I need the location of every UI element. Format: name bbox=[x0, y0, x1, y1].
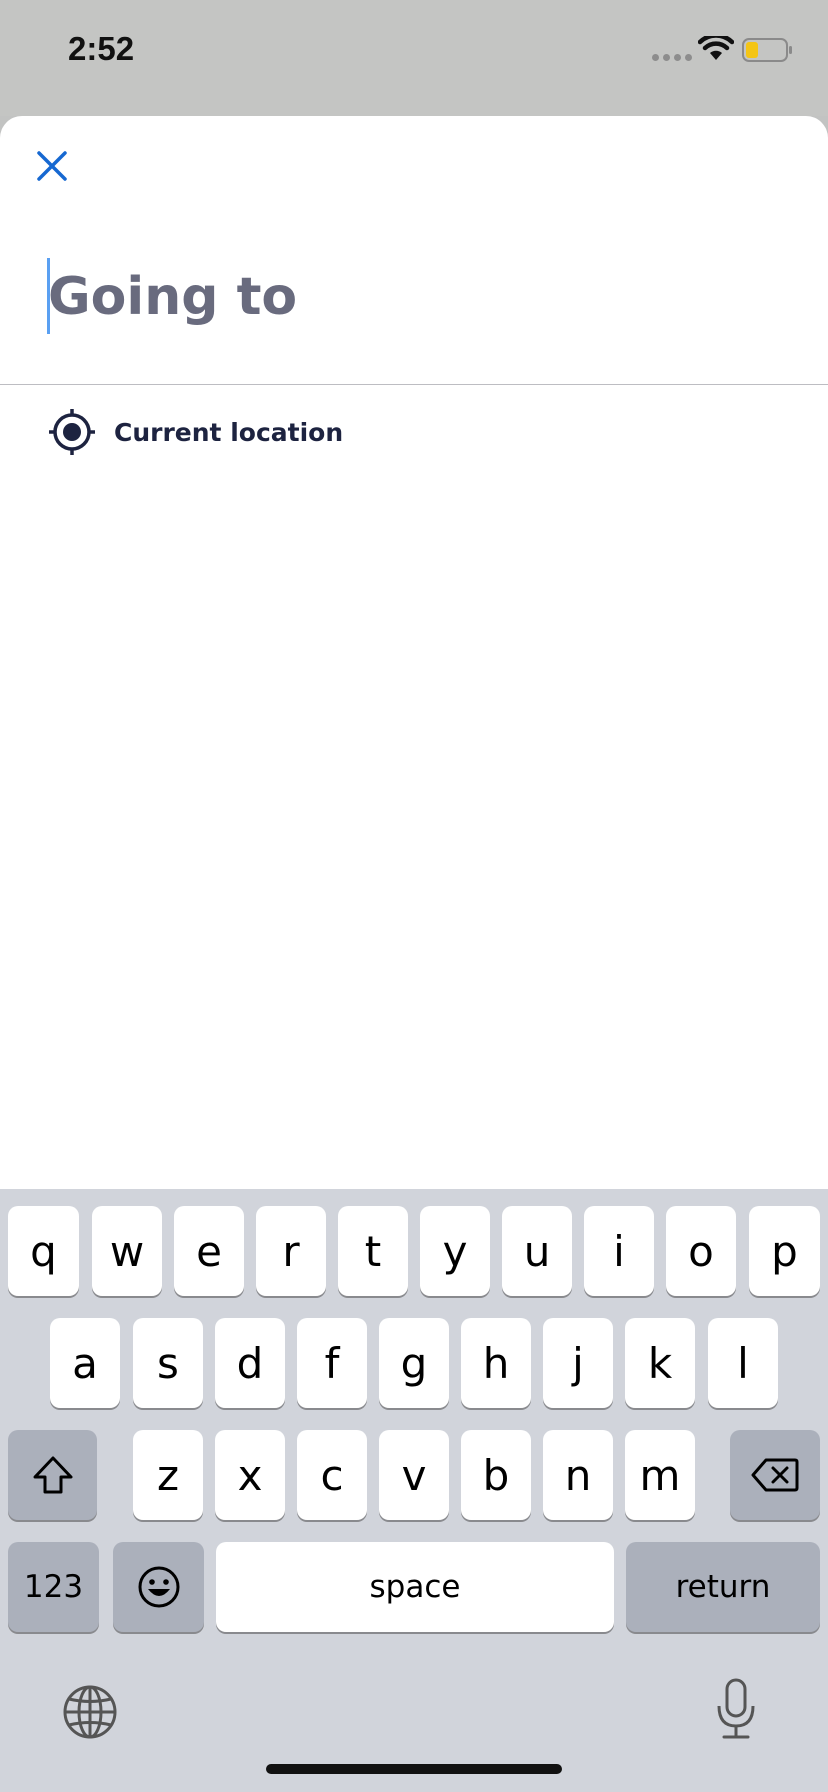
key-x[interactable]: x bbox=[215, 1430, 285, 1520]
key-w[interactable]: w bbox=[92, 1206, 162, 1296]
key-p[interactable]: p bbox=[749, 1206, 820, 1296]
key-s[interactable]: s bbox=[133, 1318, 203, 1408]
microphone-icon[interactable] bbox=[714, 1678, 758, 1740]
key-j[interactable]: j bbox=[543, 1318, 613, 1408]
globe-icon[interactable] bbox=[62, 1684, 118, 1740]
home-indicator bbox=[266, 1764, 562, 1774]
key-k[interactable]: k bbox=[625, 1318, 695, 1408]
key-r[interactable]: r bbox=[256, 1206, 326, 1296]
suggestion-label: Current location bbox=[114, 417, 344, 447]
key-e[interactable]: e bbox=[174, 1206, 244, 1296]
key-a[interactable]: a bbox=[50, 1318, 120, 1408]
shift-icon bbox=[33, 1456, 72, 1494]
divider bbox=[0, 384, 828, 385]
key-c[interactable]: c bbox=[297, 1430, 367, 1520]
wifi-icon bbox=[698, 36, 734, 60]
suggestion-current-location[interactable]: Current location bbox=[48, 406, 343, 458]
emoji-key[interactable] bbox=[113, 1542, 204, 1632]
return-key[interactable]: return bbox=[626, 1542, 820, 1632]
crosshair-icon bbox=[49, 409, 95, 455]
numbers-key[interactable]: 123 bbox=[8, 1542, 99, 1632]
shift-key[interactable] bbox=[8, 1430, 97, 1520]
search-area bbox=[0, 258, 828, 384]
key-h[interactable]: h bbox=[461, 1318, 531, 1408]
space-key[interactable]: space bbox=[216, 1542, 614, 1632]
close-button[interactable] bbox=[32, 146, 72, 186]
backspace-icon bbox=[751, 1458, 799, 1492]
key-g[interactable]: g bbox=[379, 1318, 449, 1408]
key-q[interactable]: q bbox=[8, 1206, 79, 1296]
status-bar: 2:52 bbox=[0, 0, 828, 116]
key-l[interactable]: l bbox=[708, 1318, 778, 1408]
keyboard: q w e r t y u i o p a s d f g h j k l z … bbox=[0, 1189, 828, 1792]
key-u[interactable]: u bbox=[502, 1206, 572, 1296]
key-d[interactable]: d bbox=[215, 1318, 285, 1408]
backspace-key[interactable] bbox=[730, 1430, 820, 1520]
key-z[interactable]: z bbox=[133, 1430, 203, 1520]
status-time: 2:52 bbox=[68, 30, 135, 67]
signal-dots-icon bbox=[652, 54, 692, 61]
emoji-icon bbox=[138, 1566, 179, 1608]
key-y[interactable]: y bbox=[420, 1206, 490, 1296]
destination-input[interactable] bbox=[48, 262, 768, 332]
key-n[interactable]: n bbox=[543, 1430, 613, 1520]
key-i[interactable]: i bbox=[584, 1206, 654, 1296]
key-o[interactable]: o bbox=[666, 1206, 736, 1296]
key-b[interactable]: b bbox=[461, 1430, 531, 1520]
close-icon bbox=[37, 151, 67, 181]
key-f[interactable]: f bbox=[297, 1318, 367, 1408]
battery-icon bbox=[742, 38, 792, 62]
key-t[interactable]: t bbox=[338, 1206, 408, 1296]
key-v[interactable]: v bbox=[379, 1430, 449, 1520]
key-m[interactable]: m bbox=[625, 1430, 695, 1520]
